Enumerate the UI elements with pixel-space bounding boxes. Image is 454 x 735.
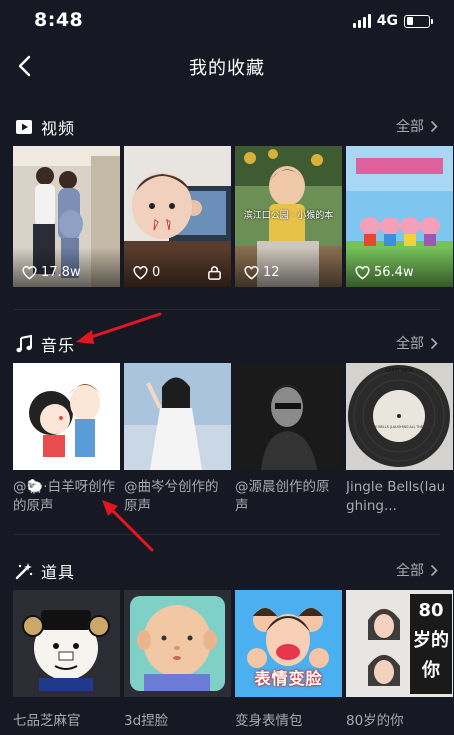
video-card[interactable]: 56.4w <box>346 146 453 287</box>
status-indicators: 4G <box>352 13 433 29</box>
prop-name: 变身表情包 <box>235 713 303 729</box>
videos-title: 视频 <box>41 119 76 138</box>
see-all-label: 全部 <box>396 336 424 352</box>
music-caption: @🐑·白羊呀创作的原声 <box>13 479 116 514</box>
music-cover <box>124 363 231 470</box>
video-card[interactable]: 0 <box>124 146 231 287</box>
prop-card[interactable]: 七品芝麻官 <box>13 590 120 729</box>
music-cover <box>235 363 342 470</box>
music-cover <box>13 363 120 470</box>
prop-card[interactable]: 3d捏脸 <box>124 590 231 729</box>
music-note-icon <box>16 334 32 353</box>
see-all-label: 全部 <box>396 119 424 135</box>
music-card[interactable]: @源晨创作的原声 <box>235 363 342 516</box>
music-cover: SAINT NICK JINGLE BELLS (LAUGHING ALL TH… <box>346 363 453 470</box>
prop-cover <box>124 590 231 697</box>
heart-icon <box>355 265 370 280</box>
music-caption: @源晨创作的原声 <box>235 479 330 514</box>
music-section: 音乐 全部 @🐑·白羊呀创作的原声 @曲岑兮创作的原声 @源晨创作的原声 SAI… <box>0 328 454 514</box>
heart-icon <box>133 265 148 280</box>
prop-name: 80岁的你 <box>346 713 404 729</box>
music-grid: @🐑·白羊呀创作的原声 @曲岑兮创作的原声 @源晨创作的原声 SAINT NIC… <box>13 363 453 516</box>
videos-header: 视频 全部 <box>0 111 454 143</box>
music-caption: @曲岑兮创作的原声 <box>124 479 219 514</box>
chevron-right-icon <box>430 120 438 132</box>
see-all-label: 全部 <box>396 563 424 579</box>
music-card[interactable]: @曲岑兮创作的原声 <box>124 363 231 516</box>
video-likes: 0 <box>133 265 160 280</box>
video-overlay-text: 滨江口公园 · 小猴的本 <box>243 211 334 221</box>
music-title: 音乐 <box>41 336 76 355</box>
video-likes: 56.4w <box>355 265 414 280</box>
divider <box>14 309 440 310</box>
heart-icon <box>244 265 259 280</box>
prop-name: 3d捏脸 <box>124 713 169 729</box>
prop-cover: 表情变脸 <box>235 590 342 697</box>
video-card[interactable]: 17.8w <box>13 146 120 287</box>
props-section: 道具 全部 七品芝麻官 3d捏脸 表情变脸 变身表情包 80岁的你 80岁的你 <box>0 555 454 729</box>
chevron-right-icon <box>430 564 438 576</box>
status-time: 8:48 <box>34 9 84 31</box>
prop-name: 七品芝麻官 <box>13 713 81 729</box>
video-icon <box>16 120 32 134</box>
prop-overlay-text: 80岁的你 <box>413 600 449 681</box>
videos-section: 视频 全部 17.8w 0 滨江口公园 · 小猴的本 12 56.4w <box>0 111 454 287</box>
music-see-all-button[interactable]: 全部 <box>396 333 438 353</box>
video-likes: 17.8w <box>22 265 81 280</box>
page-title: 我的收藏 <box>189 58 265 79</box>
network-label: 4G <box>376 13 398 29</box>
divider <box>14 534 440 535</box>
record-label-text: JINGLE BELLS (LAUGHING ALL THE WAY) <box>366 425 433 429</box>
videos-grid: 17.8w 0 滨江口公园 · 小猴的本 12 56.4w <box>13 146 453 287</box>
likes-count: 17.8w <box>41 265 81 280</box>
likes-count: 12 <box>263 265 280 280</box>
props-see-all-button[interactable]: 全部 <box>396 560 438 580</box>
music-header: 音乐 全部 <box>0 328 454 360</box>
music-card[interactable]: SAINT NICK JINGLE BELLS (LAUGHING ALL TH… <box>346 363 453 516</box>
signal-icon <box>352 14 371 28</box>
props-header: 道具 全部 <box>0 555 454 587</box>
music-caption: Jingle Bells(laughing... <box>346 479 446 514</box>
prop-card[interactable]: 80岁的你 80岁的你 <box>346 590 453 729</box>
heart-icon <box>22 265 37 280</box>
props-grid: 七品芝麻官 3d捏脸 表情变脸 变身表情包 80岁的你 80岁的你 <box>13 590 453 729</box>
prop-cover <box>13 590 120 697</box>
record-brand-text: SAINT NICK <box>385 368 414 374</box>
chevron-right-icon <box>430 337 438 349</box>
video-card[interactable]: 滨江口公园 · 小猴的本 12 <box>235 146 342 287</box>
likes-count: 0 <box>152 265 161 280</box>
videos-see-all-button[interactable]: 全部 <box>396 116 438 136</box>
battery-icon <box>404 14 433 28</box>
status-bar: 8:48 4G <box>0 0 454 42</box>
lock-icon <box>208 266 221 280</box>
prop-card[interactable]: 表情变脸 变身表情包 <box>235 590 342 729</box>
nav-bar: 我的收藏 <box>0 42 454 92</box>
prop-cover: 80岁的你 <box>346 590 453 697</box>
prop-overlay-text: 表情变脸 <box>254 669 323 688</box>
video-likes: 12 <box>244 265 280 280</box>
magic-wand-icon <box>15 563 33 580</box>
music-card[interactable]: @🐑·白羊呀创作的原声 <box>13 363 120 516</box>
likes-count: 56.4w <box>374 265 414 280</box>
props-title: 道具 <box>41 563 76 582</box>
